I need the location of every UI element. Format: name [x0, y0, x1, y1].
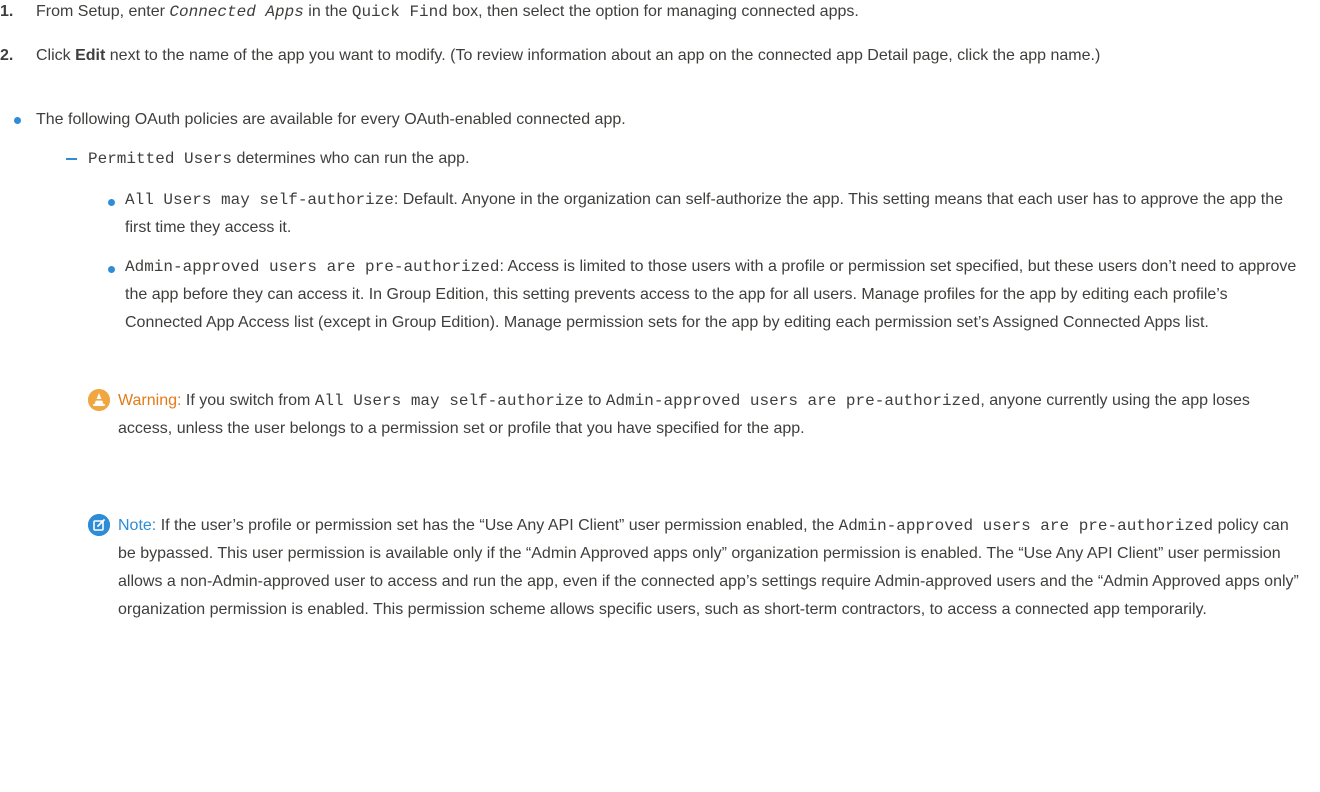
step-text: Click Edit next to the name of the app y…: [36, 42, 1306, 70]
text-run: If you switch from: [181, 392, 315, 409]
policies-intro: The following OAuth policies are availab…: [36, 111, 626, 128]
warning-text: Warning: If you switch from All Users ma…: [118, 387, 1306, 443]
bullet-dot: [108, 266, 115, 273]
code-term-all-users: All Users may self-authorize: [314, 392, 584, 410]
text-run: next to the name of the app you want to …: [105, 47, 1101, 64]
option-admin-approved: Admin-approved users are pre-authorized:…: [125, 253, 1306, 337]
option-all-users: All Users may self-authorize: Default. A…: [125, 186, 1306, 242]
text-run: From Setup, enter: [36, 3, 170, 20]
warning-label: Warning:: [118, 392, 182, 409]
code-term-all-users: All Users may self-authorize: [125, 191, 394, 209]
code-term-admin-approved: Admin-approved users are pre-authorized: [838, 517, 1214, 535]
text-run: in the: [303, 3, 352, 20]
bullet-dash: [66, 158, 77, 160]
note-label: Note:: [118, 517, 157, 534]
warning-cone-icon: [88, 389, 110, 411]
bullet-dot: [14, 117, 21, 124]
note-text: Note: If the user’s profile or permissio…: [118, 512, 1306, 624]
document: 1. From Setup, enter Connected Apps in t…: [0, 0, 1320, 792]
code-term-permitted-users: Permitted Users: [88, 150, 233, 168]
text-run: box, then select the option for managing…: [447, 3, 859, 20]
code-term-connected-apps: Connected Apps: [169, 3, 304, 21]
text-run: Click: [36, 47, 76, 64]
text-run: If the user’s profile or permission set …: [156, 517, 839, 534]
text-run: determines who can run the app.: [232, 150, 470, 167]
permitted-users-item: Permitted Users determines who can run t…: [88, 145, 1306, 173]
code-term-admin-approved: Admin-approved users are pre-authorized: [605, 392, 981, 410]
edit-term: Edit: [75, 47, 106, 64]
note-edit-icon: [88, 514, 110, 536]
code-term-quick-find: Quick Find: [351, 3, 448, 21]
bullet-dot: [108, 199, 115, 206]
step-number: 1.: [0, 3, 14, 20]
text-run: to: [583, 392, 606, 409]
step-text: From Setup, enter Connected Apps in the …: [36, 0, 1306, 26]
step-number: 2.: [0, 47, 14, 64]
code-term-admin-approved: Admin-approved users are pre-authorized: [125, 258, 500, 276]
